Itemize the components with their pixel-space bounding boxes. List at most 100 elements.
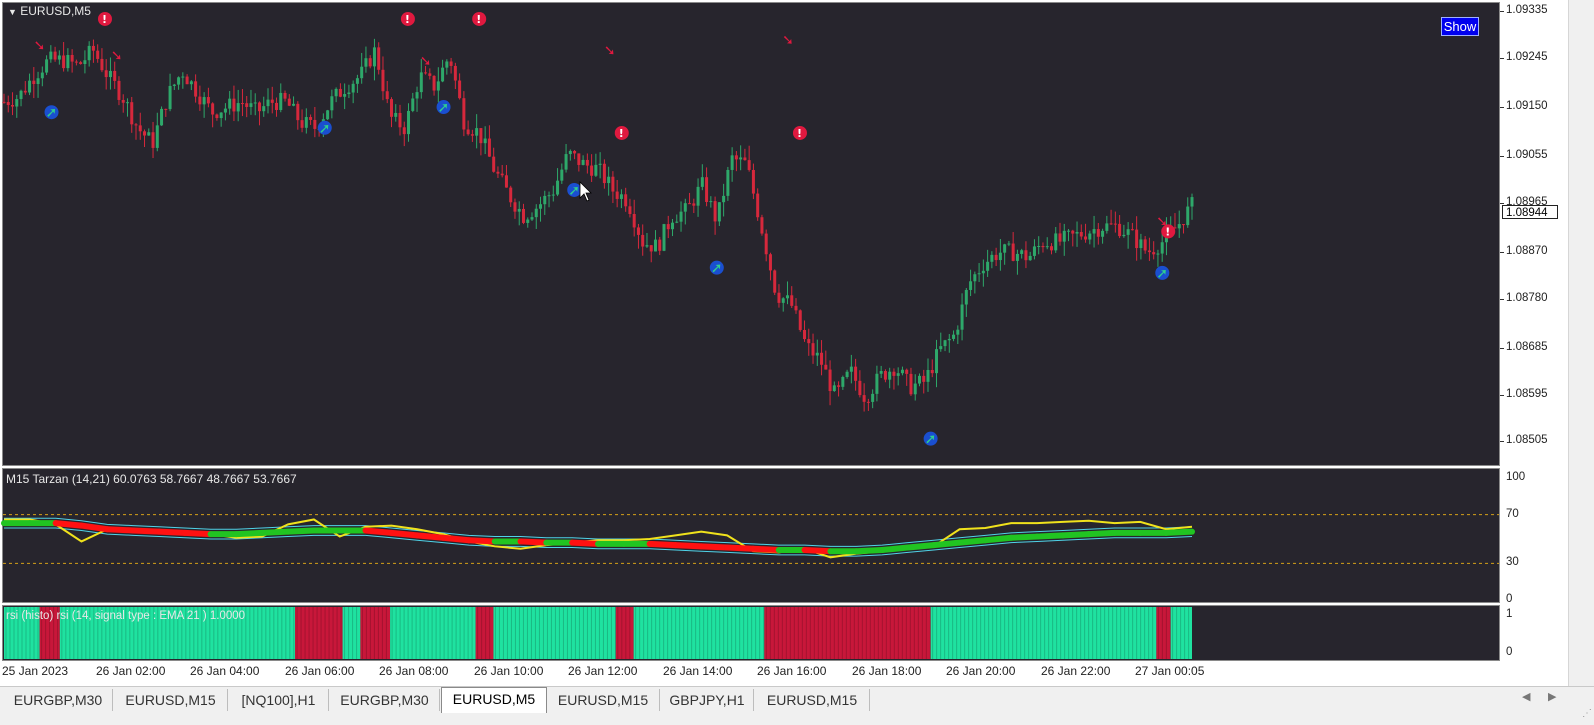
bear-candle <box>100 58 104 71</box>
bear-candle <box>756 193 760 218</box>
buy-arrow-icon: ➚ <box>568 183 580 199</box>
tarzan-indicator-label: M15 Tarzan (14,21) 60.0763 58.7667 48.76… <box>6 472 297 486</box>
bull-candle <box>343 94 347 97</box>
scroll-right-icon[interactable]: ▶ <box>1548 690 1556 703</box>
chart-tab[interactable]: EURUSD,M5 <box>441 687 547 713</box>
indicator-scale-label: 70 <box>1506 507 1519 520</box>
tarzan-ma-up-segment <box>982 534 1015 544</box>
bull-candle <box>543 195 547 205</box>
bear-candle <box>428 73 432 76</box>
chart-tab[interactable]: EURGBP,M30 <box>4 689 113 711</box>
bear-candle <box>692 203 696 206</box>
bear-candle <box>862 395 866 402</box>
tarzan-ma-down-segment <box>801 546 834 555</box>
rsi-histo-label: rsi (histo) rsi (14, signal type : EMA 2… <box>6 610 246 622</box>
bull-candle <box>360 66 364 79</box>
tarzan-ma-down-segment <box>181 529 214 538</box>
bear-candle <box>1096 229 1100 237</box>
bull-candle <box>560 169 564 181</box>
price-scale-tick <box>1500 252 1504 254</box>
bear-candle <box>91 45 95 51</box>
bull-candle <box>888 371 892 380</box>
show-button[interactable]: Show <box>1441 17 1479 36</box>
bear-candle <box>113 70 117 81</box>
chart-tab[interactable]: GBPJPY,H1 <box>661 689 754 711</box>
bull-candle <box>1177 224 1181 229</box>
bear-candle <box>837 385 841 387</box>
bull-candle <box>334 88 338 97</box>
bull-candle <box>181 76 185 78</box>
symbol-title-text: EURUSD,M5 <box>20 4 91 18</box>
bull-candle <box>172 84 176 86</box>
bull-candle <box>534 208 538 218</box>
bull-candle <box>1190 197 1194 207</box>
bull-candle <box>330 96 334 111</box>
bear-candle <box>377 47 381 70</box>
bear-candle <box>521 208 525 223</box>
bear-candle <box>658 239 662 251</box>
chart-tab[interactable]: EURGBP,M30 <box>330 689 440 711</box>
bull-candle <box>556 180 560 195</box>
bull-candle <box>960 304 964 330</box>
bull-candle <box>108 70 112 78</box>
bull-candle <box>304 117 308 128</box>
chart-tab[interactable]: EURUSD,M15 <box>755 689 870 711</box>
bear-candle <box>798 310 802 330</box>
bear-candle <box>585 159 589 166</box>
bear-candle <box>666 224 670 230</box>
bull-candle <box>998 252 1002 261</box>
bear-candle <box>858 380 862 396</box>
price-scale-tick <box>1500 394 1504 396</box>
chart-tab[interactable]: [NQ100],H1 <box>229 689 329 711</box>
chart-area[interactable]: ➚ ➚ ➚ ➚ ➚ ➚ ➚ ➘! ➘! ➘! ➘! ➘! ➘! ▼ EURUSD,M5 Show M15… <box>0 0 1568 686</box>
time-axis-label: 27 Jan 00:05 <box>1135 664 1205 678</box>
bull-candle <box>815 352 819 356</box>
bull-candle <box>1003 244 1007 253</box>
scroll-left-icon[interactable]: ◀ <box>1522 690 1530 703</box>
bear-candle <box>23 90 27 93</box>
time-axis-label: 26 Jan 12:00 <box>568 664 638 678</box>
bear-candle <box>854 366 858 381</box>
bull-candle <box>160 108 164 126</box>
bull-candle <box>1186 206 1190 226</box>
bear-candle <box>768 254 772 271</box>
price-scale-label: 1.09055 <box>1506 149 1548 162</box>
bear-candle <box>705 177 709 202</box>
bull-candle <box>581 159 585 165</box>
bull-candle <box>1067 230 1071 232</box>
bull-candle <box>1139 239 1143 249</box>
bull-candle <box>1032 246 1036 256</box>
bull-candle <box>292 103 296 106</box>
bull-candle <box>415 92 419 99</box>
bull-candle <box>372 47 376 67</box>
bull-candle <box>236 103 240 112</box>
sell-signal-mark: ! <box>619 127 624 140</box>
time-axis-label: 26 Jan 14:00 <box>663 664 733 678</box>
time-axis-label: 26 Jan 16:00 <box>757 664 827 678</box>
bull-candle <box>973 274 977 282</box>
bear-candle <box>1181 224 1185 226</box>
title-dropdown-icon[interactable]: ▼ <box>8 7 17 17</box>
sell-signal-mark: ! <box>405 13 410 26</box>
current-price-tag: 1.08944 <box>1502 205 1558 219</box>
bull-candle <box>947 338 951 341</box>
bear-candle <box>734 155 738 160</box>
buy-arrow-icon: ➚ <box>319 121 331 137</box>
bull-candle <box>19 90 23 100</box>
bear-candle <box>892 371 896 376</box>
bear-candle <box>479 128 483 144</box>
bull-candle <box>517 208 521 212</box>
tarzan-ma-down-segment <box>388 529 421 539</box>
bear-candle <box>611 176 615 192</box>
bear-candle <box>994 254 998 261</box>
bear-candle <box>449 61 453 66</box>
chart-tab[interactable]: EURUSD,M15 <box>114 689 228 711</box>
bull-candle <box>223 108 227 113</box>
bull-candle <box>57 55 61 60</box>
bull-candle <box>40 72 44 79</box>
bear-candle <box>1113 223 1117 225</box>
bear-candle <box>1118 223 1122 237</box>
bear-candle <box>74 61 78 63</box>
bull-candle <box>1122 234 1126 237</box>
chart-tab[interactable]: EURUSD,M15 <box>547 689 660 711</box>
